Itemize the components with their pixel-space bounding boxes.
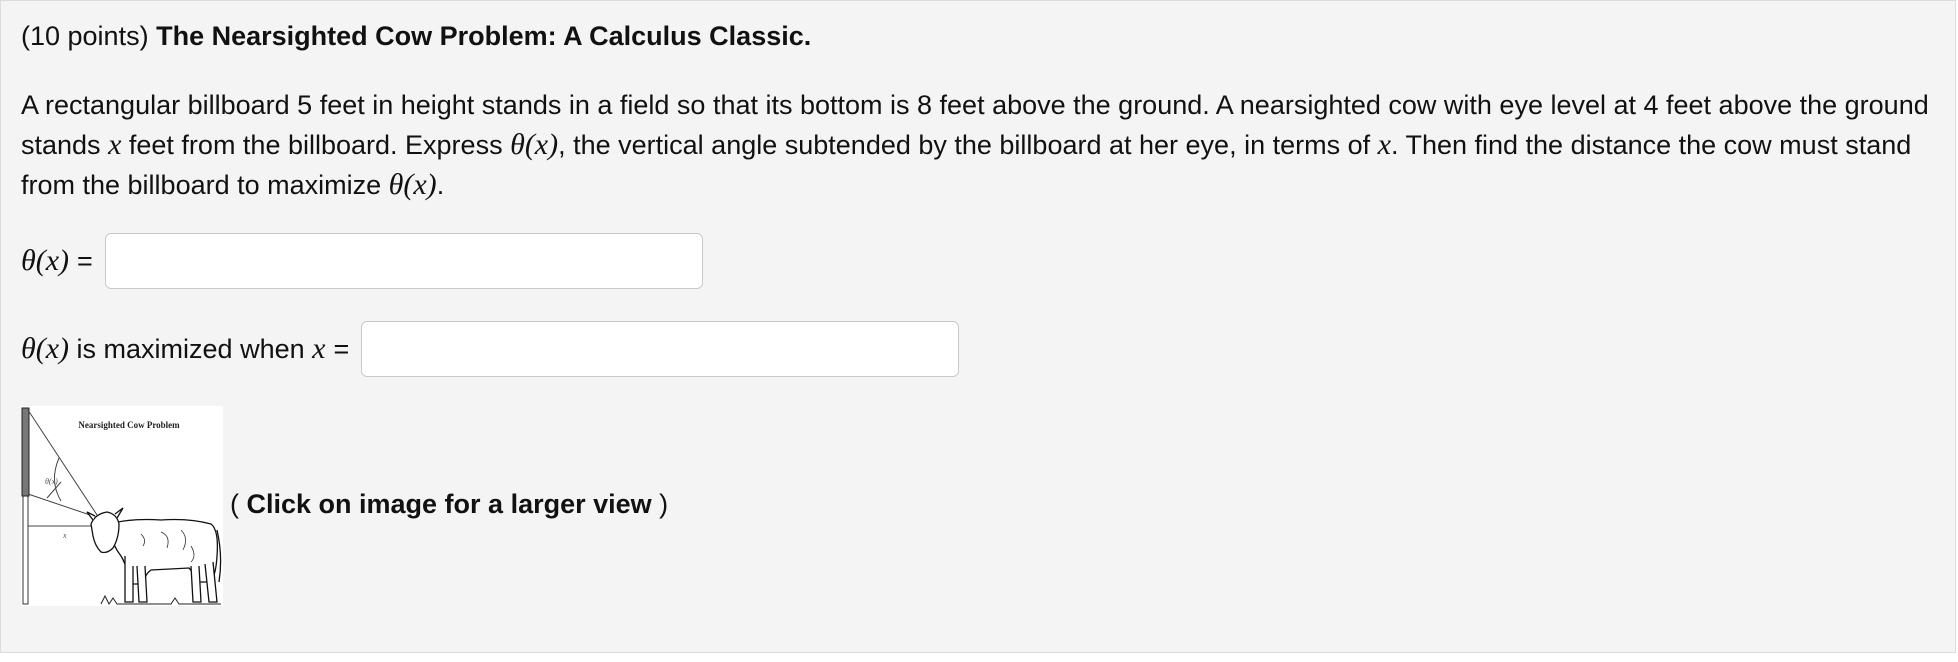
answer-row-theta: θ(x) = [21,232,703,290]
statement-text-5: . [436,170,445,200]
problem-title: The Nearsighted Cow Problem: A Calculus … [156,21,812,51]
problem-panel: (10 points) The Nearsighted Cow Problem:… [0,0,1956,653]
statement-text-3: , the vertical angle subtended by the bi… [558,130,1378,160]
figure-title: Nearsighted Cow Problem [78,420,180,430]
ground-grass [100,594,221,605]
points-label: (10 points) [21,21,149,51]
answer-label-theta: θ(x) [21,244,70,277]
cow-illustration [86,507,222,603]
math-x-2: x [1377,128,1391,161]
answer-equals: = [333,333,350,364]
answer-label-theta: θ(x) [21,332,70,365]
answer-equals: = [77,245,93,276]
problem-header: (10 points) The Nearsighted Cow Problem:… [21,19,811,53]
billboard [21,407,30,497]
math-theta-x-1: θ(x) [510,128,559,161]
caption-close-paren: ) [651,489,669,519]
answer-label-text: is maximized when [69,333,313,364]
caption-link-text[interactable]: Click on image for a larger view [247,489,652,519]
figure-caption: ( Click on image for a larger view ) [230,487,668,521]
cow-figure-drawing: Nearsighted Cow Problem θ(x) x [21,407,222,605]
theta-answer-input[interactable] [104,233,703,289]
math-theta-x-2: θ(x) [388,168,437,201]
maximize-x-answer-input[interactable] [361,321,960,377]
problem-statement: A rectangular billboard 5 feet in height… [21,85,1936,205]
answer-row-maximize: θ(x) is maximized when x = [21,320,960,378]
figure-distance-label: x [62,531,67,540]
figure-angle-label: θ(x) [45,477,58,486]
caption-open-paren: ( [230,489,247,519]
statement-text-2: feet from the billboard. Express [121,130,511,160]
math-x-1: x [108,128,122,161]
answer-label-x: x [312,332,326,365]
figure-thumbnail[interactable]: Nearsighted Cow Problem θ(x) x [21,406,223,606]
